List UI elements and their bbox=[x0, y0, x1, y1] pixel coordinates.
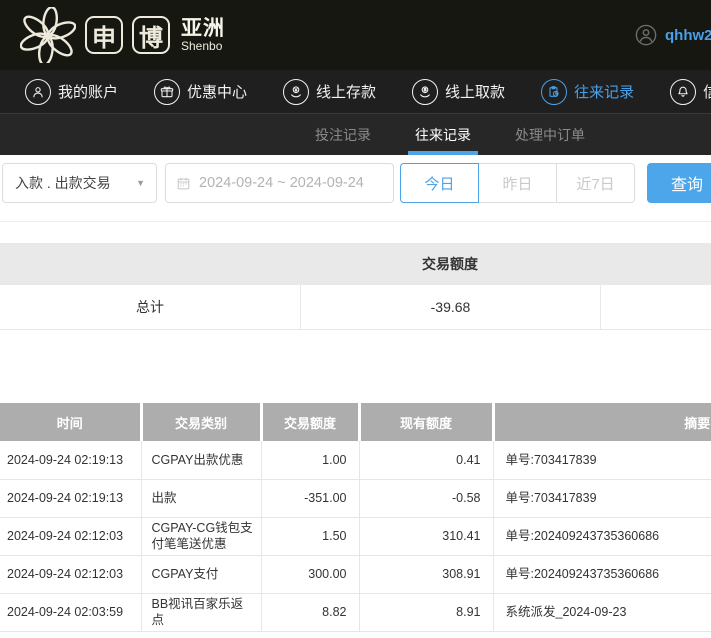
cell-type: CGPAY支付 bbox=[141, 555, 261, 593]
filter-bar: 入款 . 出款交易 ▼ 2024-09-24 ~ 2024-09-24 今日 昨… bbox=[0, 155, 711, 222]
col-header-balance: 现有额度 bbox=[359, 403, 493, 441]
col-header-type: 交易类别 bbox=[141, 403, 261, 441]
query-button[interactable]: 查询 bbox=[647, 163, 711, 203]
nav-item-label: 线上存款 bbox=[316, 81, 376, 102]
summary-header: 交易额度 bbox=[0, 243, 711, 285]
cell-type: 出款 bbox=[141, 479, 261, 517]
last7days-button[interactable]: 近7日 bbox=[556, 163, 635, 203]
deposit-icon bbox=[283, 79, 309, 105]
cell-type: CGPAY-CG钱包支付笔笔送优惠 bbox=[141, 517, 261, 555]
logo-char-shen: 申 bbox=[85, 16, 123, 54]
cell-amount: 300.00 bbox=[261, 555, 359, 593]
username-text: qhhw2 bbox=[665, 27, 711, 44]
gift-icon bbox=[154, 79, 180, 105]
cell-summary: 单号:202409243735360686 bbox=[493, 555, 711, 593]
cell-balance: 308.91 bbox=[359, 555, 493, 593]
summary-table: 交易额度 总计 -39.68 bbox=[0, 243, 711, 330]
nav-item-deposit[interactable]: 线上存款 bbox=[283, 79, 376, 105]
nav-item-label: 我的账户 bbox=[58, 81, 118, 102]
browser-viewport: 申 博 亚洲 Shenbo qhhw2 bbox=[0, 0, 711, 638]
cell-amount: 8.82 bbox=[261, 593, 359, 631]
table-row: 2024-09-24 02:03:59 BB视讯百家乐返点 8.82 8.91 … bbox=[0, 593, 711, 631]
summary-total-row: 总计 -39.68 bbox=[0, 285, 711, 330]
summary-total-value: -39.68 bbox=[300, 285, 600, 329]
logo-subtitle-label: Shenbo bbox=[181, 40, 225, 53]
withdraw-icon bbox=[412, 79, 438, 105]
transaction-type-select[interactable]: 入款 . 出款交易 ▼ bbox=[2, 163, 157, 203]
quick-date-group: 今日 昨日 近7日 bbox=[400, 163, 635, 203]
col-header-summary: 摘要 bbox=[493, 403, 711, 441]
topbar: 申 博 亚洲 Shenbo qhhw2 bbox=[0, 0, 711, 70]
chevron-down-icon: ▼ bbox=[136, 178, 145, 188]
summary-total-label: 总计 bbox=[0, 285, 300, 329]
page: 申 博 亚洲 Shenbo qhhw2 bbox=[0, 0, 711, 632]
nav-item-promotions[interactable]: 优惠中心 bbox=[154, 79, 247, 105]
yesterday-button[interactable]: 昨日 bbox=[478, 163, 557, 203]
nav-item-messages[interactable]: 信息中心 bbox=[670, 79, 711, 105]
tab-betting-records[interactable]: 投注记录 bbox=[310, 114, 376, 155]
tab-label: 往来记录 bbox=[415, 125, 471, 145]
logo-region-label: 亚洲 bbox=[181, 18, 225, 40]
logo-text: 亚洲 Shenbo bbox=[181, 18, 225, 53]
nav-item-withdraw[interactable]: 线上取款 bbox=[412, 79, 505, 105]
cell-time: 2024-09-24 02:19:13 bbox=[0, 441, 141, 479]
nav-item-label: 往来记录 bbox=[574, 81, 634, 102]
user-icon bbox=[25, 79, 51, 105]
table-row: 2024-09-24 02:12:03 CGPAY-CG钱包支付笔笔送优惠 1.… bbox=[0, 517, 711, 555]
records-subnav: 投注记录 往来记录 处理中订单 bbox=[0, 113, 711, 155]
tab-processing-orders[interactable]: 处理中订单 bbox=[510, 114, 590, 155]
cell-time: 2024-09-24 02:03:59 bbox=[0, 593, 141, 631]
cell-type: CGPAY出款优惠 bbox=[141, 441, 261, 479]
summary-empty-cell bbox=[600, 285, 711, 329]
date-range-input[interactable]: 2024-09-24 ~ 2024-09-24 bbox=[165, 163, 394, 203]
nav-item-label: 线上取款 bbox=[445, 81, 505, 102]
cell-time: 2024-09-24 02:12:03 bbox=[0, 555, 141, 593]
nav-item-my-account[interactable]: 我的账户 bbox=[25, 79, 118, 105]
cell-type: BB视讯百家乐返点 bbox=[141, 593, 261, 631]
main-navbar: 我的账户 优惠中心 线上存款 线上取款 bbox=[0, 70, 711, 113]
logo-char-bo: 博 bbox=[132, 16, 170, 54]
cell-summary: 系统派发_2024-09-23 bbox=[493, 593, 711, 631]
bell-icon bbox=[670, 79, 696, 105]
cell-balance: 8.91 bbox=[359, 593, 493, 631]
cell-time: 2024-09-24 02:12:03 bbox=[0, 517, 141, 555]
records-icon bbox=[541, 79, 567, 105]
cell-balance: -0.58 bbox=[359, 479, 493, 517]
cell-amount: -351.00 bbox=[261, 479, 359, 517]
cell-time: 2024-09-24 02:19:13 bbox=[0, 479, 141, 517]
nav-item-transaction-records[interactable]: 往来记录 bbox=[541, 79, 634, 105]
nav-item-label: 信息中心 bbox=[703, 81, 711, 102]
tab-label: 处理中订单 bbox=[515, 125, 585, 145]
user-account[interactable]: qhhw2 bbox=[635, 0, 711, 70]
avatar-icon bbox=[635, 24, 657, 46]
table-row: 2024-09-24 02:19:13 出款 -351.00 -0.58 单号:… bbox=[0, 479, 711, 517]
cell-summary: 单号:703417839 bbox=[493, 479, 711, 517]
cell-balance: 310.41 bbox=[359, 517, 493, 555]
col-header-amount: 交易额度 bbox=[261, 403, 359, 441]
today-button[interactable]: 今日 bbox=[400, 163, 479, 203]
nav-item-label: 优惠中心 bbox=[187, 81, 247, 102]
cell-summary: 单号:703417839 bbox=[493, 441, 711, 479]
flower-logo-icon bbox=[20, 7, 76, 63]
tab-transaction-records[interactable]: 往来记录 bbox=[410, 114, 476, 155]
cell-amount: 1.00 bbox=[261, 441, 359, 479]
date-range-value: 2024-09-24 ~ 2024-09-24 bbox=[199, 175, 364, 191]
cell-balance: 0.41 bbox=[359, 441, 493, 479]
table-row: 2024-09-24 02:19:13 CGPAY出款优惠 1.00 0.41 … bbox=[0, 441, 711, 479]
col-header-time: 时间 bbox=[0, 403, 141, 441]
tab-label: 投注记录 bbox=[315, 125, 371, 145]
table-row: 2024-09-24 02:12:03 CGPAY支付 300.00 308.9… bbox=[0, 555, 711, 593]
site-logo[interactable]: 申 博 亚洲 Shenbo bbox=[20, 7, 225, 63]
table-header-row: 时间 交易类别 交易额度 现有额度 摘要 bbox=[0, 403, 711, 441]
transaction-type-value: 入款 . 出款交易 bbox=[15, 173, 111, 193]
cell-summary: 单号:202409243735360686 bbox=[493, 517, 711, 555]
cell-amount: 1.50 bbox=[261, 517, 359, 555]
calendar-icon bbox=[176, 176, 191, 191]
transactions-table: 时间 交易类别 交易额度 现有额度 摘要 2024-09-24 02:19:13… bbox=[0, 403, 711, 632]
